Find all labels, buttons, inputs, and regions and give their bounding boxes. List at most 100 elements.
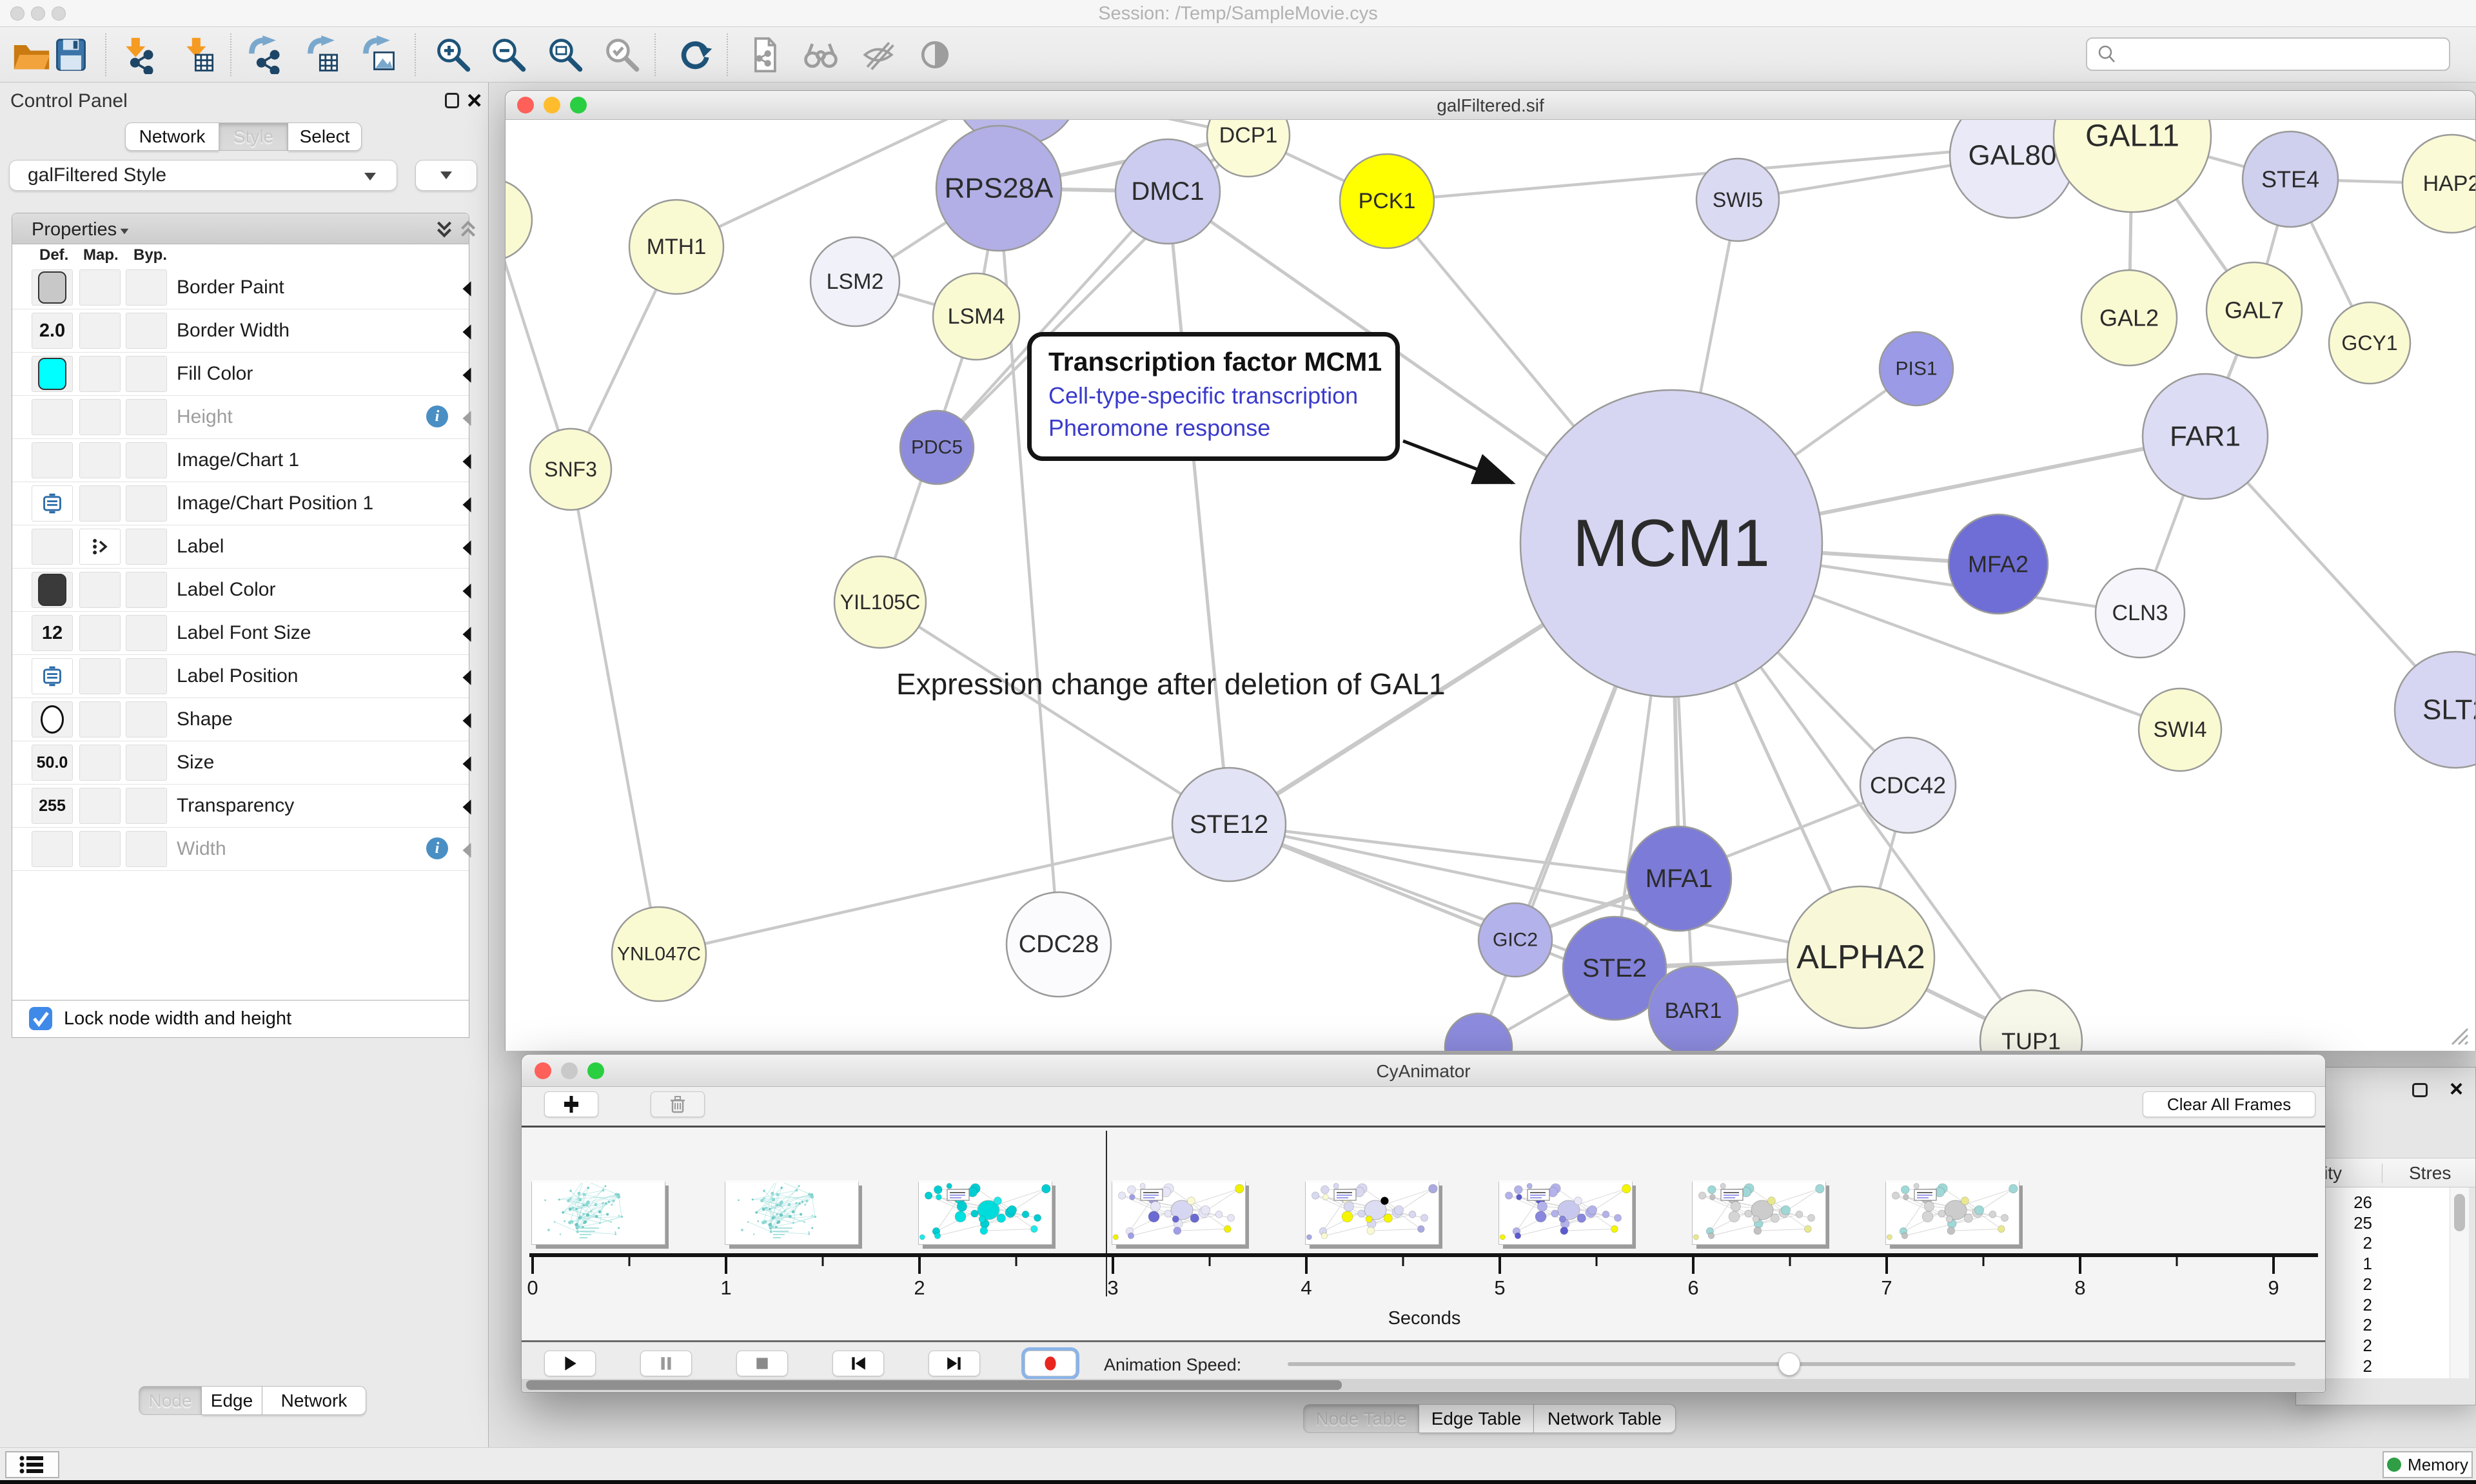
table-cell-value[interactable]: 2 (2363, 1315, 2372, 1335)
def-cell[interactable] (32, 442, 73, 478)
info-icon[interactable]: i (426, 405, 448, 427)
property-row-transparency[interactable]: 255Transparency (12, 785, 469, 828)
map-cell[interactable] (79, 356, 121, 392)
cyanimator-titlebar[interactable]: CyAnimator (522, 1055, 2325, 1087)
search-box[interactable] (2086, 37, 2450, 71)
map-cell[interactable] (79, 313, 121, 349)
network-node-LSM2[interactable]: LSM2 (811, 237, 899, 326)
frame-thumbnail-7[interactable] (1885, 1180, 2019, 1245)
play-button[interactable] (544, 1351, 596, 1376)
panel-tab-node[interactable]: Node (139, 1386, 202, 1415)
expand-all-icon[interactable] (435, 220, 454, 239)
delete-frame-button[interactable] (651, 1091, 705, 1117)
byp-cell[interactable] (126, 313, 167, 349)
add-frame-button[interactable] (544, 1091, 598, 1117)
clear-all-frames-button[interactable]: Clear All Frames (2143, 1091, 2315, 1117)
timeline-scrollbar[interactable] (522, 1379, 2325, 1391)
network-node-GCY1[interactable]: GCY1 (2329, 302, 2410, 384)
network-window-titlebar[interactable]: galFiltered.sif (506, 91, 2475, 120)
def-cell[interactable] (32, 701, 73, 737)
panel-tab-network[interactable]: Network (262, 1386, 366, 1415)
column-header-centrality[interactable]: ity (2324, 1163, 2342, 1184)
collapse-all-icon[interactable] (458, 220, 478, 239)
network-node-PDC5[interactable]: PDC5 (900, 411, 974, 484)
network-node-MTH1[interactable]: MTH1 (629, 200, 723, 294)
expand-row-icon[interactable] (460, 410, 474, 430)
table-cell-value[interactable]: 2 (2363, 1274, 2372, 1294)
network-node-MFA2[interactable]: MFA2 (1949, 514, 2048, 614)
tab-network[interactable]: Network (125, 122, 219, 151)
panel-tab-edge[interactable]: Edge (202, 1386, 262, 1415)
property-row-border-paint[interactable]: Border Paint (12, 266, 469, 309)
frame-thumbnail-4[interactable] (1305, 1180, 1439, 1245)
zoom-fit-icon[interactable] (546, 35, 585, 74)
table-cell-value[interactable]: 2 (2363, 1233, 2372, 1253)
map-cell[interactable] (79, 269, 121, 306)
open-folder-icon[interactable] (12, 35, 51, 74)
def-cell[interactable] (32, 485, 73, 522)
frame-thumbnail-2[interactable] (918, 1180, 1052, 1245)
property-row-shape[interactable]: Shape (12, 698, 469, 741)
annotation-link[interactable]: Cell-type-specific transcription (1048, 382, 1395, 409)
properties-header[interactable]: Properties (12, 213, 469, 244)
map-cell[interactable] (79, 615, 121, 651)
network-edge-snf3-ynl047c[interactable] (571, 469, 659, 954)
byp-cell[interactable] (126, 485, 167, 522)
annotation-link[interactable]: Pheromone response (1048, 415, 1395, 442)
network-node-SWI5[interactable]: SWI5 (1696, 159, 1779, 241)
table-scrollbar[interactable] (2450, 1187, 2469, 1378)
def-cell[interactable]: 255 (32, 788, 73, 824)
byp-cell[interactable] (126, 745, 167, 781)
property-row-label-font-size[interactable]: 12Label Font Size (12, 612, 469, 655)
export-table-icon[interactable] (304, 35, 343, 74)
map-cell[interactable] (79, 658, 121, 694)
map-cell[interactable] (79, 831, 121, 867)
network-node-SLT2[interactable]: SLT2 (2395, 652, 2475, 768)
network-node-PCK1[interactable]: PCK1 (1340, 154, 1434, 248)
map-cell[interactable] (79, 788, 121, 824)
def-cell[interactable] (32, 399, 73, 435)
next-frame-button[interactable] (928, 1351, 980, 1376)
table-cell-value[interactable]: 2 (2363, 1336, 2372, 1356)
network-node-GAL2[interactable]: GAL2 (2081, 270, 2177, 366)
task-history-button[interactable] (5, 1451, 59, 1478)
network-edge-ynl047c-ste12[interactable] (659, 825, 1229, 954)
network-node-CDC42[interactable]: CDC42 (1860, 737, 1956, 833)
map-cell[interactable] (79, 529, 121, 565)
def-cell[interactable] (32, 572, 73, 608)
def-cell[interactable] (32, 356, 73, 392)
network-node-PIS1[interactable]: PIS1 (1880, 332, 1953, 405)
property-row-image-chart-position-1[interactable]: Image/Chart Position 1 (12, 482, 469, 525)
byp-cell[interactable] (126, 399, 167, 435)
export-network-icon[interactable] (246, 35, 284, 74)
export-image-icon[interactable] (360, 35, 398, 74)
network-node-SWI4[interactable]: SWI4 (2139, 688, 2221, 771)
byp-cell[interactable] (126, 442, 167, 478)
table-cell-value[interactable]: 2 (2363, 1356, 2372, 1376)
byp-cell[interactable] (126, 831, 167, 867)
network-node-MCM1[interactable]: MCM1 (1520, 390, 1822, 697)
network-node-SNF3[interactable]: SNF3 (530, 429, 611, 510)
network-node-GAL7[interactable]: GAL7 (2206, 262, 2302, 358)
frame-thumbnail-5[interactable] (1498, 1180, 1633, 1245)
close-icon[interactable]: × (2450, 1075, 2463, 1102)
lock-size-checkbox[interactable] (29, 1007, 52, 1030)
def-cell[interactable]: 50.0 (32, 745, 73, 781)
style-select-dropdown[interactable]: galFiltered Style (9, 160, 397, 191)
network-node-STE4[interactable]: STE4 (2243, 132, 2338, 227)
expand-row-icon[interactable] (460, 280, 474, 300)
style-options-button[interactable] (415, 160, 477, 191)
save-session-icon[interactable] (52, 35, 90, 74)
network-canvas[interactable]: DCP1RPS28ADMC1PCK1SWI5GAL80GAL11STE4HAP2… (506, 120, 2475, 1051)
expand-row-icon[interactable] (460, 712, 474, 732)
map-cell[interactable] (79, 442, 121, 478)
table-cell-value[interactable]: 25 (2353, 1213, 2372, 1233)
def-cell[interactable]: 12 (32, 615, 73, 651)
byp-cell[interactable] (126, 615, 167, 651)
resize-grip[interactable] (2444, 1021, 2469, 1046)
network-node-ALPHA2[interactable]: ALPHA2 (1787, 886, 1934, 1028)
info-icon[interactable]: i (426, 837, 448, 859)
network-node-lc[interactable] (506, 179, 532, 260)
expand-row-icon[interactable] (460, 799, 474, 819)
map-cell[interactable] (79, 745, 121, 781)
